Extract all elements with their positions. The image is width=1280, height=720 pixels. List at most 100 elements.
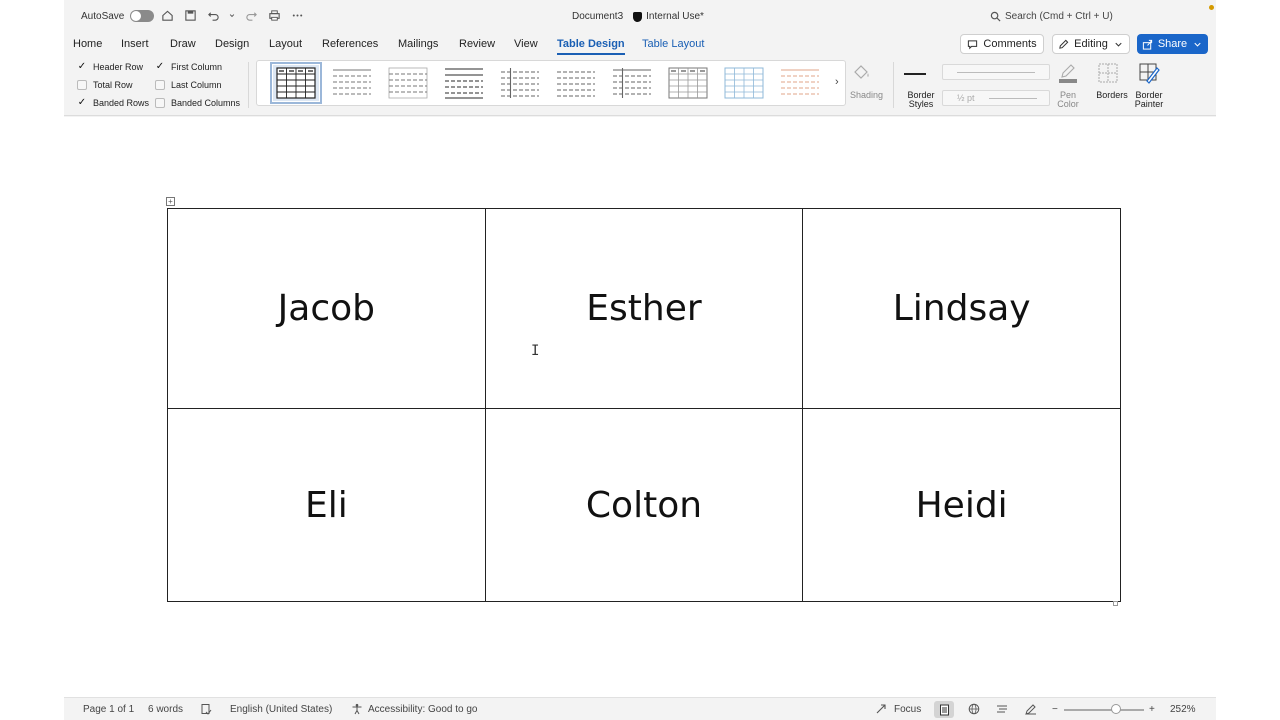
comments-button[interactable]: Comments <box>960 34 1044 54</box>
last-column-checkbox[interactable] <box>155 80 165 90</box>
last-column-label: Last Column <box>171 80 222 90</box>
print-icon[interactable] <box>267 8 281 22</box>
zoom-level[interactable]: 252% <box>1170 704 1196 715</box>
zoom-slider-track[interactable] <box>1064 709 1144 711</box>
outline-view-icon[interactable] <box>996 703 1008 715</box>
share-icon <box>1142 39 1152 50</box>
table-cell[interactable]: Colton <box>484 408 804 602</box>
comment-icon <box>968 39 978 49</box>
sensitivity-label[interactable]: Internal Use* <box>633 11 704 22</box>
tab-design[interactable]: Design <box>215 38 249 50</box>
banded-columns-option[interactable]: Banded Columns <box>155 98 240 108</box>
zoom-in-button[interactable]: + <box>1149 704 1155 715</box>
last-column-option[interactable]: Last Column <box>155 80 222 90</box>
home-icon[interactable] <box>160 8 174 22</box>
autosave-toggle[interactable] <box>130 10 155 22</box>
table-styles-gallery <box>256 60 846 106</box>
table-style-plain-1[interactable] <box>329 65 375 101</box>
autosave-control[interactable]: AutoSave <box>81 10 155 22</box>
banded-rows-label: Banded Rows <box>93 98 150 108</box>
table-cell[interactable]: Jacob <box>167 208 486 409</box>
table-style-orange[interactable] <box>777 65 823 101</box>
header-row-option[interactable]: ✓ Header Row <box>77 62 143 73</box>
tab-table-design[interactable]: Table Design <box>557 38 625 55</box>
banded-columns-checkbox[interactable] <box>155 98 165 108</box>
table-style-plain-5[interactable] <box>553 65 599 101</box>
table-row: Jacob Esther Lindsay <box>167 208 1121 409</box>
tab-home[interactable]: Home <box>73 38 102 50</box>
banded-rows-option[interactable]: ✓ Banded Rows <box>77 98 150 109</box>
table-cell[interactable]: Esther <box>484 208 804 409</box>
page-count[interactable]: Page 1 of 1 <box>83 704 134 715</box>
shading-label[interactable]: Shading <box>850 91 883 100</box>
first-column-option[interactable]: ✓ First Column <box>155 62 223 73</box>
tab-mailings[interactable]: Mailings <box>398 38 438 50</box>
share-button[interactable]: Share <box>1137 34 1208 54</box>
right-margin <box>1216 0 1280 720</box>
line-weight-preview <box>988 97 1037 99</box>
undo-icon[interactable] <box>206 8 220 22</box>
table-cell[interactable]: Lindsay <box>802 208 1121 409</box>
border-style-line-icon[interactable] <box>904 73 926 75</box>
table-cell[interactable]: Heidi <box>802 408 1121 602</box>
table-move-handle-icon[interactable]: + <box>166 197 175 206</box>
search-box[interactable]: Search (Cmd + Ctrl + U) <box>990 11 1113 22</box>
more-options-icon[interactable] <box>290 8 304 22</box>
tab-view[interactable]: View <box>514 38 538 50</box>
proofing-icon[interactable] <box>200 703 212 715</box>
header-row-checkbox[interactable]: ✓ <box>77 62 87 72</box>
line-style-select[interactable] <box>942 64 1050 80</box>
tab-draw[interactable]: Draw <box>170 38 196 50</box>
pen-color-icon[interactable] <box>1057 62 1079 84</box>
word-count[interactable]: 6 words <box>148 704 183 715</box>
language[interactable]: English (United States) <box>230 704 332 715</box>
banded-rows-checkbox[interactable]: ✓ <box>77 98 87 108</box>
zoom-out-button[interactable]: − <box>1052 704 1058 715</box>
gallery-more-arrow-icon[interactable]: › <box>835 76 839 88</box>
draft-view-icon[interactable] <box>1025 703 1037 715</box>
table-style-blue[interactable] <box>721 65 767 101</box>
print-layout-view-button[interactable] <box>934 701 954 718</box>
document-canvas[interactable]: + Jacob Esther Lindsay Eli Colton Heidi … <box>64 117 1216 697</box>
total-row-checkbox[interactable] <box>77 80 87 90</box>
borders-label[interactable]: Borders <box>1094 91 1130 100</box>
borders-icon[interactable] <box>1097 62 1119 84</box>
first-column-label: First Column <box>171 62 223 72</box>
focus-icon[interactable] <box>875 703 887 715</box>
table-style-grid-light[interactable] <box>665 65 711 101</box>
tab-insert[interactable]: Insert <box>121 38 149 50</box>
document-title: Document3 <box>572 11 624 22</box>
save-icon[interactable] <box>183 8 197 22</box>
tab-review[interactable]: Review <box>459 38 495 50</box>
table-resize-handle[interactable] <box>1113 601 1118 606</box>
tab-layout[interactable]: Layout <box>269 38 302 50</box>
border-styles-label[interactable]: Border Styles <box>900 91 942 109</box>
table-style-grid-selected[interactable] <box>270 62 322 104</box>
table-cell[interactable]: Eli <box>167 408 486 602</box>
pen-color-label[interactable]: Pen Color <box>1057 91 1079 109</box>
total-row-option[interactable]: Total Row <box>77 80 133 90</box>
accessibility-status[interactable]: Accessibility: Good to go <box>368 704 478 715</box>
tab-table-layout[interactable]: Table Layout <box>642 38 704 50</box>
table-style-plain-4[interactable] <box>497 65 543 101</box>
table-style-plain-3[interactable] <box>441 65 487 101</box>
undo-dropdown-icon[interactable] <box>229 8 235 22</box>
editing-mode-button[interactable]: Editing <box>1052 34 1130 54</box>
paint-bucket-icon[interactable] <box>850 62 872 84</box>
border-painter-icon[interactable] <box>1138 62 1160 84</box>
border-painter-label[interactable]: Border Painter <box>1134 91 1164 109</box>
table-row: Eli Colton Heidi <box>167 408 1121 602</box>
tab-references[interactable]: References <box>322 38 378 50</box>
redo-icon[interactable] <box>244 8 258 22</box>
web-layout-icon[interactable] <box>968 703 980 715</box>
table-style-plain-6[interactable] <box>609 65 655 101</box>
names-table[interactable]: Jacob Esther Lindsay Eli Colton Heidi <box>167 208 1121 602</box>
first-column-checkbox[interactable]: ✓ <box>155 62 165 72</box>
document-title-area[interactable]: Document3 Internal Use* <box>572 11 704 22</box>
table-style-plain-2[interactable] <box>385 65 431 101</box>
zoom-slider-handle[interactable] <box>1111 704 1121 714</box>
line-weight-select[interactable]: ½ pt <box>942 90 1050 106</box>
chevron-down-icon <box>1115 42 1122 47</box>
focus-mode[interactable]: Focus <box>894 704 921 715</box>
accessibility-icon[interactable] <box>351 703 363 715</box>
